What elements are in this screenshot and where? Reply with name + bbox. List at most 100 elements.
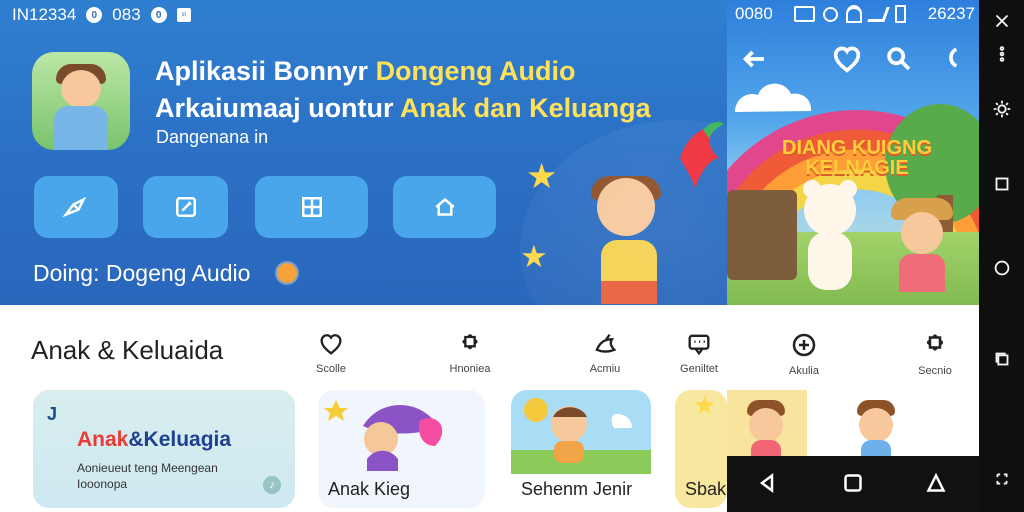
nav-item-label: Secnio	[918, 365, 952, 377]
story-card-label: Anak Kieg	[328, 479, 411, 499]
resize-button[interactable]	[979, 458, 1024, 500]
headline-red-text: Anak	[77, 428, 129, 451]
status-left-text: IN12334	[12, 5, 77, 24]
nav-item-add[interactable]: Akulia	[772, 330, 836, 377]
settings-button[interactable]	[979, 88, 1024, 130]
nav-item-favorite[interactable]: Scolle	[296, 330, 366, 375]
back-nav-button[interactable]	[752, 468, 782, 498]
boy-illustration	[577, 176, 679, 304]
kid-face	[901, 212, 943, 254]
status-alert-icon: 0	[150, 7, 167, 23]
hero-title-line-2-yellow: Anak dan Keluanga	[400, 93, 651, 123]
chat-icon	[688, 334, 710, 356]
circle-button[interactable]	[979, 247, 1024, 289]
boy-face	[597, 178, 655, 236]
star-icon: ★	[520, 239, 548, 274]
right-app-panel: 0080 26237 DIANG KUIGNG KELNAGIE Akulia …	[727, 0, 979, 512]
quick-home-button[interactable]	[393, 176, 496, 238]
animal-icon	[595, 333, 617, 353]
featured-description: Aonieueut teng Meengean Iooonopa	[77, 461, 218, 491]
nav-item-label: Hnoniea	[449, 363, 491, 375]
nav-item-label: Scolle	[316, 363, 346, 375]
bear-illustration	[799, 180, 861, 294]
hero-banner: IN12334 0 083 0 sl Aplikasii Bonnyr Dong…	[0, 0, 727, 305]
triangle-back-icon	[759, 473, 774, 493]
story-card[interactable]: Anak Kieg	[318, 390, 485, 508]
nav-item-label: Acmiu	[589, 363, 621, 375]
puzzle-icon	[926, 334, 944, 351]
radio-illustration	[727, 190, 797, 280]
story-card[interactable]	[827, 390, 922, 456]
boy-shirt	[601, 240, 657, 302]
audio-badge-icon	[277, 263, 297, 283]
square-button[interactable]	[979, 163, 1024, 205]
story-card[interactable]: ★ Sbak	[675, 390, 727, 508]
nav-item-label: Akulia	[789, 365, 819, 377]
shape-icon	[926, 472, 946, 492]
app-avatar[interactable]	[32, 52, 130, 150]
status-square-icon: sl	[176, 8, 191, 22]
star-icon: ★	[526, 157, 558, 196]
story-card[interactable]: Sehenm Jenir	[511, 390, 651, 508]
quick-grid-button[interactable]	[255, 176, 368, 238]
kid-face	[749, 408, 783, 442]
circle-icon	[994, 260, 1009, 276]
home-icon	[434, 197, 455, 216]
boy-hair	[591, 176, 661, 200]
hero-title-line-1-white: Aplikasii Bonnyr	[155, 56, 376, 86]
dots-vertical-icon	[999, 46, 1004, 62]
nav-item-puzzle[interactable]: Hnoniea	[435, 330, 505, 375]
kid-illustration	[853, 400, 899, 456]
featured-story-card[interactable]: J Anak&Keluagia Aonieueut teng Meengean …	[33, 390, 295, 508]
menu-button[interactable]	[979, 33, 1024, 75]
kid-face	[859, 408, 893, 442]
puzzle-icon	[462, 334, 478, 350]
scene-title: DIANG KUIGNG KELNAGIE	[782, 137, 932, 179]
featured-headline: Anak&Keluagia	[77, 428, 231, 452]
quick-share-button[interactable]	[34, 176, 118, 238]
hero-subtitle: Dangenana in	[156, 127, 269, 147]
kid-shirt	[899, 254, 945, 292]
quick-edit-button[interactable]	[143, 176, 228, 238]
section-title: Anak & Keluaida	[31, 335, 224, 365]
story-card-label: Sehenm Jenir	[521, 479, 633, 499]
copy-button[interactable]	[979, 338, 1024, 380]
nav-item-chat[interactable]: Geniltet	[664, 330, 727, 375]
heart-icon	[320, 334, 342, 355]
kid-illustration	[887, 198, 957, 293]
status-bar-left: IN12334 0 083 0 sl	[12, 4, 191, 26]
nav-item-label: Geniltet	[680, 363, 718, 375]
right-cards-row	[727, 390, 979, 456]
avatar-face	[61, 70, 101, 108]
grid-icon	[301, 197, 322, 217]
system-sidebar	[979, 0, 1024, 512]
nav-item-puzzle[interactable]: Secnio	[903, 330, 967, 377]
story-card[interactable]	[942, 390, 979, 456]
recent-nav-button[interactable]	[921, 468, 951, 498]
red-bird-illustration	[680, 121, 724, 188]
gear-icon	[993, 100, 1010, 118]
kid-shirt	[751, 440, 781, 456]
bear-head	[804, 184, 856, 236]
right-hero-scene: 0080 26237 DIANG KUIGNG KELNAGIE	[727, 0, 979, 305]
edit-note-icon	[175, 197, 196, 217]
hero-title-line-2: Arkaiumaaj uontur Anak dan Keluanga	[155, 93, 651, 124]
close-icon	[995, 14, 1008, 28]
hero-title-line-1-yellow: Dongeng Audio	[375, 56, 576, 86]
left-app-panel: IN12334 0 083 0 sl Aplikasii Bonnyr Dong…	[0, 0, 727, 512]
card-corner-text: J	[47, 404, 58, 424]
boy-pants	[601, 281, 657, 304]
music-note-icon[interactable]: ♪	[263, 476, 281, 494]
story-card[interactable]	[727, 390, 807, 456]
status-time: 083	[112, 5, 141, 24]
nav-item-animal[interactable]: Acmiu	[570, 330, 640, 375]
square-icon	[995, 177, 1008, 191]
resize-icon	[996, 473, 1007, 485]
copy-icon	[995, 352, 1008, 366]
story-card-label: Sbak	[685, 479, 727, 499]
bottom-navigation	[727, 456, 979, 512]
square-home-icon	[844, 474, 862, 492]
avatar-body	[54, 106, 108, 150]
plus-icon	[792, 333, 816, 357]
home-nav-button[interactable]	[838, 468, 868, 498]
